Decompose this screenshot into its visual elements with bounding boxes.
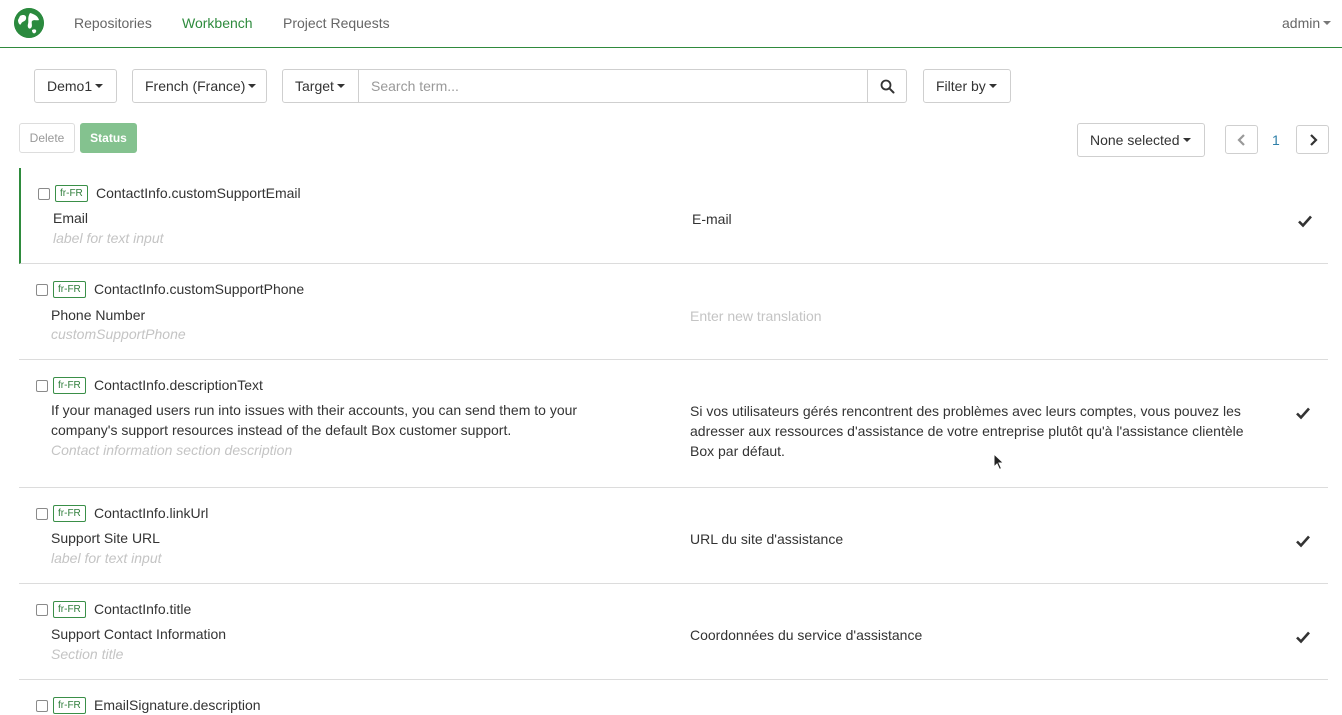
chevron-left-icon bbox=[1237, 134, 1245, 146]
translation-row[interactable]: fr-FR ContactInfo.title Support Contact … bbox=[19, 584, 1328, 680]
selection-dropdown[interactable]: None selected bbox=[1077, 123, 1205, 157]
source-comment: Contact information section description bbox=[51, 442, 293, 458]
top-navbar: Repositories Workbench Project Requests … bbox=[0, 0, 1342, 48]
text-unit-key: EmailSignature.description bbox=[94, 697, 261, 713]
previous-page-button[interactable] bbox=[1225, 125, 1258, 154]
search-icon bbox=[880, 79, 895, 94]
locale-badge: fr-FR bbox=[53, 377, 86, 394]
search-button[interactable] bbox=[867, 69, 907, 103]
translation-row[interactable]: fr-FR ContactInfo.linkUrl Support Site U… bbox=[19, 488, 1328, 584]
row-checkbox[interactable] bbox=[38, 188, 50, 200]
chevron-right-icon bbox=[1310, 134, 1318, 146]
filter-label: Filter by bbox=[936, 78, 986, 94]
text-unit-key: ContactInfo.linkUrl bbox=[94, 505, 209, 521]
source-text: Support Site URL bbox=[51, 530, 160, 546]
source-text: If your managed users run into issues wi… bbox=[51, 402, 578, 438]
globe-icon[interactable] bbox=[14, 8, 44, 38]
checkmark-icon[interactable] bbox=[1297, 213, 1313, 229]
caret-down-icon bbox=[1323, 21, 1332, 26]
user-menu[interactable]: admin bbox=[1282, 15, 1332, 31]
current-page[interactable]: 1 bbox=[1272, 132, 1280, 148]
source-text: Phone Number bbox=[51, 307, 146, 323]
caret-down-icon bbox=[95, 84, 104, 89]
mouse-cursor-icon bbox=[993, 453, 1005, 471]
caret-down-icon bbox=[988, 84, 997, 89]
row-checkbox[interactable] bbox=[36, 508, 48, 520]
target-text[interactable]: Coordonnées du service d'assistance bbox=[690, 625, 1270, 645]
status-button[interactable]: Status bbox=[80, 123, 137, 153]
locale-badge: fr-FR bbox=[53, 697, 86, 714]
caret-down-icon bbox=[1182, 138, 1191, 143]
search-type-dropdown[interactable]: Target bbox=[282, 69, 359, 103]
target-text[interactable]: E-mail bbox=[692, 209, 1272, 229]
locale-badge: fr-FR bbox=[55, 185, 88, 202]
nav-project-requests[interactable]: Project Requests bbox=[283, 15, 390, 31]
locale-badge: fr-FR bbox=[53, 505, 86, 522]
next-page-button[interactable] bbox=[1296, 125, 1329, 154]
search-input[interactable] bbox=[358, 69, 868, 103]
user-name: admin bbox=[1282, 15, 1321, 31]
locale-dropdown[interactable]: French (France) bbox=[132, 69, 267, 103]
source-comment: label for text input bbox=[53, 230, 164, 246]
text-unit-key: ContactInfo.title bbox=[94, 601, 192, 617]
source-text: Support Contact Information bbox=[51, 626, 227, 642]
checkmark-icon[interactable] bbox=[1295, 533, 1311, 549]
row-checkbox[interactable] bbox=[36, 604, 48, 616]
source-text: Email bbox=[53, 210, 89, 226]
caret-down-icon bbox=[336, 84, 345, 89]
row-checkbox[interactable] bbox=[36, 284, 48, 296]
checkmark-icon[interactable] bbox=[1295, 629, 1311, 645]
locale-badge: fr-FR bbox=[53, 281, 86, 298]
translation-row[interactable]: fr-FR EmailSignature.description bbox=[19, 680, 1328, 715]
filter-dropdown[interactable]: Filter by bbox=[923, 69, 1011, 103]
row-checkbox[interactable] bbox=[36, 380, 48, 392]
target-text[interactable]: Si vos utilisateurs gérés rencontrent de… bbox=[690, 401, 1265, 461]
target-placeholder[interactable]: Enter new translation bbox=[690, 306, 1270, 326]
row-checkbox[interactable] bbox=[36, 700, 48, 712]
source-comment: Section title bbox=[51, 646, 124, 662]
text-unit-key: ContactInfo.customSupportPhone bbox=[94, 281, 305, 297]
checkmark-icon[interactable] bbox=[1295, 405, 1311, 421]
text-unit-key: ContactInfo.descriptionText bbox=[94, 377, 263, 393]
target-text[interactable]: URL du site d'assistance bbox=[690, 529, 1270, 549]
translation-row[interactable]: fr-FR ContactInfo.descriptionText If you… bbox=[19, 360, 1328, 488]
text-unit-key: ContactInfo.customSupportEmail bbox=[96, 185, 301, 201]
source-comment: customSupportPhone bbox=[51, 326, 186, 342]
translation-row[interactable]: fr-FR ContactInfo.customSupportEmail Ema… bbox=[19, 168, 1328, 264]
repository-label: Demo1 bbox=[47, 78, 93, 94]
nav-workbench[interactable]: Workbench bbox=[182, 15, 253, 31]
nav-repositories[interactable]: Repositories bbox=[74, 15, 152, 31]
locale-badge: fr-FR bbox=[53, 601, 86, 618]
search-type-label: Target bbox=[295, 78, 334, 94]
search-group: Target bbox=[282, 69, 907, 103]
translation-row[interactable]: fr-FR ContactInfo.customSupportPhone Pho… bbox=[19, 264, 1328, 360]
source-comment: label for text input bbox=[51, 550, 162, 566]
repository-dropdown[interactable]: Demo1 bbox=[34, 69, 117, 103]
selection-label: None selected bbox=[1090, 132, 1180, 148]
delete-button[interactable]: Delete bbox=[19, 123, 75, 153]
caret-down-icon bbox=[248, 84, 257, 89]
locale-label: French (France) bbox=[145, 78, 246, 94]
